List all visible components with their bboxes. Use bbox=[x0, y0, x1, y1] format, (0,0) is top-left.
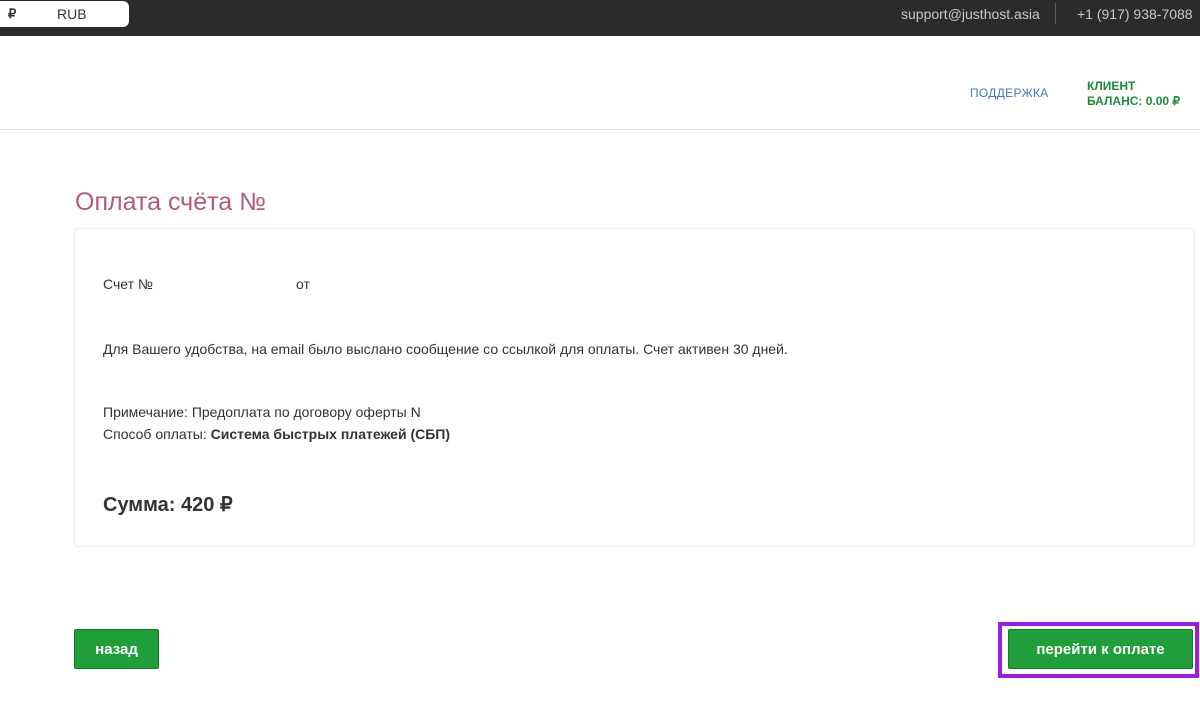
back-button[interactable]: назад bbox=[74, 629, 159, 669]
invoice-number-label: Счет № bbox=[103, 276, 153, 292]
support-email-link[interactable]: support@justhost.asia bbox=[901, 6, 1040, 22]
invoice-date-label: от bbox=[296, 276, 310, 292]
payment-method-label: Способ оплаты: bbox=[103, 426, 211, 442]
invoice-note: Примечание: Предоплата по договору оферт… bbox=[103, 404, 421, 420]
support-phone-link[interactable]: +1 (917) 938-7088 bbox=[1077, 6, 1193, 22]
payment-info-text: Для Вашего удобства, на email было высла… bbox=[103, 341, 788, 357]
ruble-icon: ₽ bbox=[8, 6, 17, 21]
invoice-sum: Сумма: 420 ₽ bbox=[103, 494, 233, 516]
client-balance: БАЛАНС: 0.00 ₽ bbox=[1087, 94, 1181, 108]
nav-support-link[interactable]: ПОДДЕРЖКА bbox=[970, 86, 1049, 100]
currency-selector[interactable]: ₽ RUB bbox=[0, 1, 129, 27]
page-title: Оплата счёта № bbox=[75, 188, 266, 216]
proceed-to-payment-button[interactable]: перейти к оплате bbox=[1008, 629, 1193, 669]
top-bar: ₽ RUB support@justhost.asia +1 (917) 938… bbox=[0, 0, 1200, 36]
invoice-number-row: Счет № от bbox=[103, 276, 310, 292]
site-header: ПОДДЕРЖКА КЛИЕНТ БАЛАНС: 0.00 ₽ bbox=[0, 36, 1200, 130]
invoice-card: Счет № от Для Вашего удобства, на email … bbox=[74, 228, 1195, 547]
client-menu[interactable]: КЛИЕНТ bbox=[1087, 79, 1135, 93]
divider bbox=[1055, 3, 1056, 24]
payment-method-value: Система быстрых платежей (СБП) bbox=[210, 426, 451, 442]
payment-method-row: Способ оплаты: Система быстрых платежей … bbox=[103, 426, 450, 442]
currency-code: RUB bbox=[57, 6, 87, 22]
